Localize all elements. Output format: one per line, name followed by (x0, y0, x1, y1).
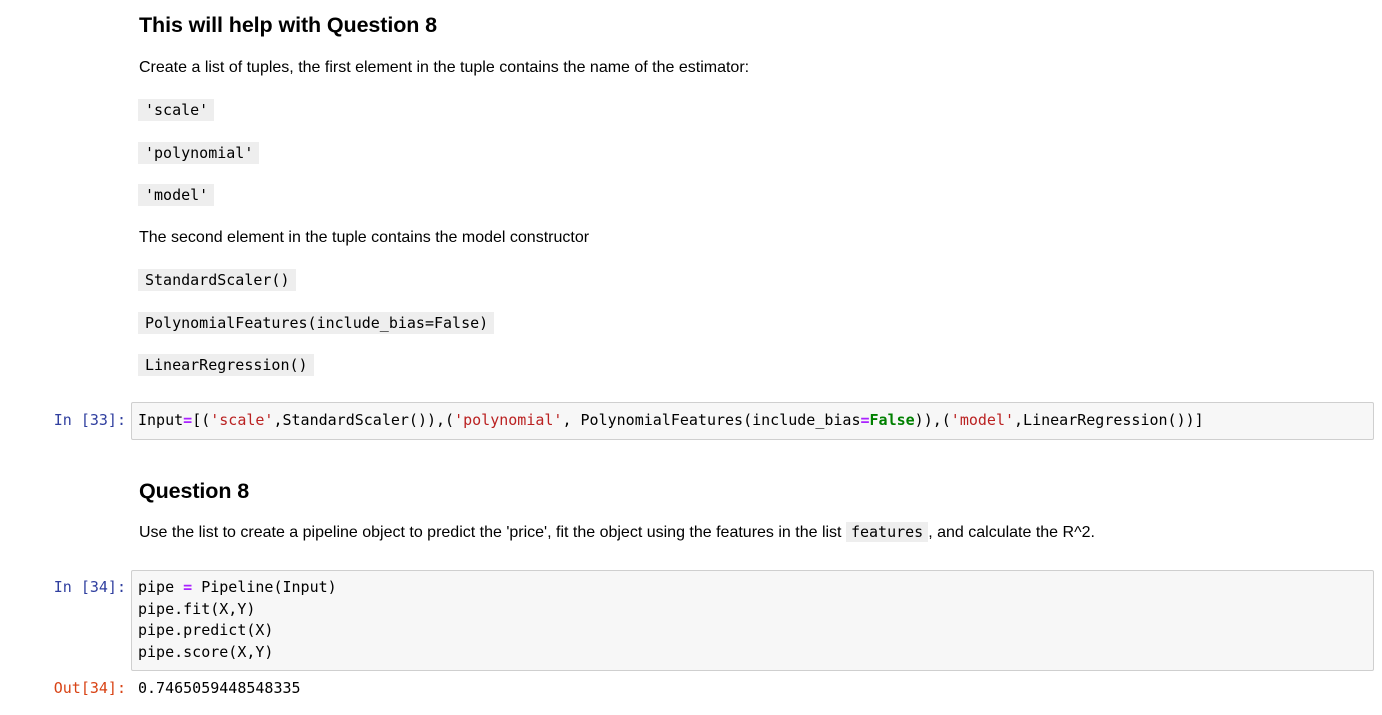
code-linear-regression: LinearRegression() (138, 354, 314, 376)
cell-34-editor[interactable]: pipe = Pipeline(Input) pipe.fit(X,Y) pip… (131, 570, 1374, 671)
cell-34-code-line-3: pipe.predict(X) (138, 621, 274, 639)
token-keyword: False (869, 411, 915, 429)
intro-paragraph: Create a list of tuples, the first eleme… (139, 59, 750, 76)
token-string: 'model' (950, 411, 1015, 429)
token-string: 'scale' (210, 411, 274, 429)
code-polynomial: 'polynomial' (138, 142, 260, 164)
question-8-paragraph: Use the list to create a pipeline object… (139, 522, 1095, 543)
heading-question-8: Question 8 (139, 479, 250, 503)
cell-34-code-line-2: pipe.fit(X,Y) (138, 599, 256, 618)
question-8-text-before: Use the list to create a pipeline object… (139, 524, 846, 541)
cell-33-editor[interactable]: Input=[('scale',StandardScaler()),('poly… (131, 402, 1374, 440)
code-scale: 'scale' (138, 99, 215, 121)
token-string: 'polynomial' (454, 411, 563, 429)
code-polynomial-features: PolynomialFeatures(include_bias=False) (138, 312, 495, 334)
cell-34-output-prompt: Out[34]: (53, 679, 126, 697)
code-standard-scaler: StandardScaler() (138, 269, 296, 291)
token: [( (192, 411, 211, 429)
cell-33-code-line: Input=[('scale',StandardScaler()),('poly… (132, 410, 1373, 432)
cell-34-code-line-1: pipe = Pipeline(Input) (132, 577, 1373, 599)
token: Pipeline(Input) (192, 578, 337, 596)
code-features: features (845, 522, 929, 542)
cell-34-code-line-4: pipe.score(X,Y) (138, 642, 274, 661)
second-element-paragraph: The second element in the tuple contains… (139, 229, 590, 246)
cell-33-prompt: In [33]: (53, 411, 126, 429)
token-operator: = (183, 578, 193, 596)
token: , PolynomialFeatures(include_bias (562, 411, 861, 429)
token-operator: = (183, 411, 193, 429)
question-8-text-after: , and calculate the R^2. (928, 524, 1095, 541)
cell-34-prompt: In [34]: (53, 578, 126, 596)
code-model: 'model' (138, 184, 215, 206)
token: pipe (138, 578, 184, 596)
token: ,StandardScaler()),( (273, 411, 455, 429)
token: Input (138, 411, 184, 429)
token: )),( (914, 411, 951, 429)
heading-help-question-8: This will help with Question 8 (139, 13, 438, 37)
token: ,LinearRegression())] (1014, 411, 1204, 429)
token-operator: = (860, 411, 870, 429)
cell-34-output-value: 0.7465059448548335 (138, 679, 301, 697)
